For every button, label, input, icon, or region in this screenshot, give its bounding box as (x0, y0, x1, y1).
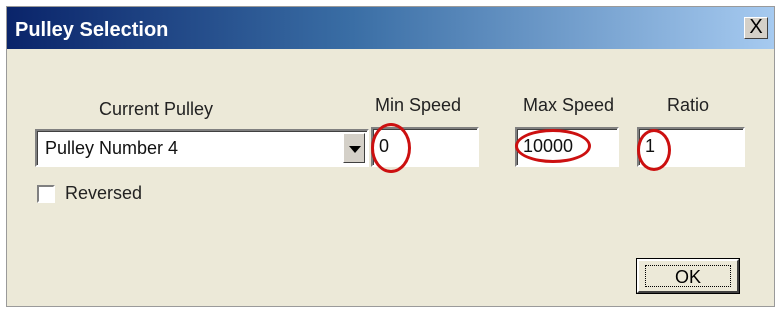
reversed-checkbox[interactable] (37, 185, 55, 203)
reversed-label[interactable]: Reversed (65, 183, 142, 204)
ok-button[interactable]: OK (636, 258, 740, 294)
close-button[interactable]: X (744, 17, 768, 39)
current-pulley-value: Pulley Number 4 (45, 138, 179, 158)
pulley-selection-dialog: Pulley Selection X Current Pulley Pulley… (6, 6, 775, 307)
window-title: Pulley Selection (15, 19, 169, 41)
min-speed-input[interactable]: 0 (371, 127, 479, 167)
current-pulley-label: Current Pulley (99, 99, 214, 119)
ok-button-label: OK (645, 265, 731, 287)
ratio-label: Ratio (667, 95, 710, 115)
max-speed-input[interactable]: 10000 (515, 127, 619, 167)
chevron-down-icon[interactable] (343, 133, 365, 163)
max-speed-label: Max Speed (523, 95, 615, 115)
title-bar[interactable]: Pulley Selection X (7, 7, 774, 49)
current-pulley-select[interactable]: Pulley Number 4 (35, 129, 369, 167)
min-speed-label: Min Speed (375, 95, 462, 115)
ratio-input[interactable]: 1 (637, 127, 745, 167)
